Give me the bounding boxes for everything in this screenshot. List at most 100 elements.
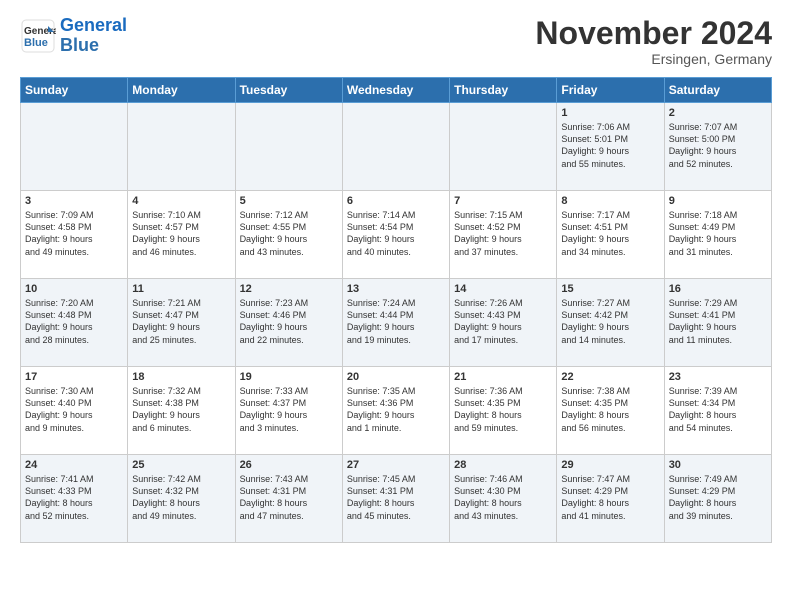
day-number: 22 [561,371,659,383]
day-info: Sunrise: 7:30 AM Sunset: 4:40 PM Dayligh… [25,385,123,434]
day-number: 28 [454,459,552,471]
day-info: Sunrise: 7:24 AM Sunset: 4:44 PM Dayligh… [347,297,445,346]
day-info: Sunrise: 7:10 AM Sunset: 4:57 PM Dayligh… [132,209,230,258]
day-info: Sunrise: 7:20 AM Sunset: 4:48 PM Dayligh… [25,297,123,346]
day-cell: 24 Sunrise: 7:41 AM Sunset: 4:33 PM Dayli… [21,455,128,543]
day-number: 19 [240,371,338,383]
day-info: Sunrise: 7:29 AM Sunset: 4:41 PM Dayligh… [669,297,767,346]
day-number: 5 [240,195,338,207]
header: General Blue General Blue November 2024 … [20,16,772,67]
day-cell: 4Sunrise: 7:10 AM Sunset: 4:57 PM Daylig… [128,191,235,279]
page: General Blue General Blue November 2024 … [0,0,792,553]
day-number: 1 [561,107,659,119]
day-number: 11 [132,283,230,295]
day-number: 27 [347,459,445,471]
week-row-4: 17 Sunrise: 7:30 AM Sunset: 4:40 PM Dayli… [21,367,772,455]
day-cell: 21Sunrise: 7:36 AM Sunset: 4:35 PM Dayli… [450,367,557,455]
day-info: Sunrise: 7:46 AM Sunset: 4:30 PM Dayligh… [454,473,552,522]
day-number: 8 [561,195,659,207]
day-cell [128,103,235,191]
day-number: 14 [454,283,552,295]
header-cell-saturday: Saturday [664,78,771,103]
day-cell: 23Sunrise: 7:39 AM Sunset: 4:34 PM Dayli… [664,367,771,455]
day-info: Sunrise: 7:35 AM Sunset: 4:36 PM Dayligh… [347,385,445,434]
week-row-2: 3Sunrise: 7:09 AM Sunset: 4:58 PM Daylig… [21,191,772,279]
week-row-3: 10 Sunrise: 7:20 AM Sunset: 4:48 PM Dayli… [21,279,772,367]
day-info: Sunrise: 7:12 AM Sunset: 4:55 PM Dayligh… [240,209,338,258]
day-cell: 27 Sunrise: 7:45 AM Sunset: 4:31 PM Dayli… [342,455,449,543]
day-info: Sunrise: 7:47 AM Sunset: 4:29 PM Dayligh… [561,473,659,522]
day-cell: 6 Sunrise: 7:14 AM Sunset: 4:54 PM Daylig… [342,191,449,279]
location: Ersingen, Germany [535,51,772,67]
day-info: Sunrise: 7:17 AM Sunset: 4:51 PM Dayligh… [561,209,659,258]
logo-icon: General Blue [20,18,56,54]
day-number: 9 [669,195,767,207]
logo: General Blue General Blue [20,16,127,56]
day-number: 18 [132,371,230,383]
day-info: Sunrise: 7:32 AM Sunset: 4:38 PM Dayligh… [132,385,230,434]
header-cell-tuesday: Tuesday [235,78,342,103]
day-number: 7 [454,195,552,207]
header-cell-wednesday: Wednesday [342,78,449,103]
day-info: Sunrise: 7:36 AM Sunset: 4:35 PM Dayligh… [454,385,552,434]
day-cell: 16Sunrise: 7:29 AM Sunset: 4:41 PM Dayli… [664,279,771,367]
day-number: 3 [25,195,123,207]
day-cell: 18 Sunrise: 7:32 AM Sunset: 4:38 PM Dayli… [128,367,235,455]
day-cell: 7 Sunrise: 7:15 AM Sunset: 4:52 PM Daylig… [450,191,557,279]
day-number: 17 [25,371,123,383]
day-info: Sunrise: 7:18 AM Sunset: 4:49 PM Dayligh… [669,209,767,258]
day-number: 12 [240,283,338,295]
logo-text: General Blue [60,16,127,56]
day-number: 20 [347,371,445,383]
day-number: 6 [347,195,445,207]
day-info: Sunrise: 7:41 AM Sunset: 4:33 PM Dayligh… [25,473,123,522]
day-info: Sunrise: 7:49 AM Sunset: 4:29 PM Dayligh… [669,473,767,522]
day-info: Sunrise: 7:14 AM Sunset: 4:54 PM Dayligh… [347,209,445,258]
day-cell [450,103,557,191]
day-info: Sunrise: 7:42 AM Sunset: 4:32 PM Dayligh… [132,473,230,522]
day-number: 10 [25,283,123,295]
day-cell: 14Sunrise: 7:26 AM Sunset: 4:43 PM Dayli… [450,279,557,367]
day-number: 25 [132,459,230,471]
logo-line2: Blue [60,35,99,55]
day-number: 24 [25,459,123,471]
day-cell: 30 Sunrise: 7:49 AM Sunset: 4:29 PM Dayli… [664,455,771,543]
day-number: 2 [669,107,767,119]
day-cell: 1Sunrise: 7:06 AM Sunset: 5:01 PM Daylig… [557,103,664,191]
day-cell: 28 Sunrise: 7:46 AM Sunset: 4:30 PM Dayli… [450,455,557,543]
day-info: Sunrise: 7:45 AM Sunset: 4:31 PM Dayligh… [347,473,445,522]
day-cell: 29Sunrise: 7:47 AM Sunset: 4:29 PM Dayli… [557,455,664,543]
day-cell [235,103,342,191]
header-cell-monday: Monday [128,78,235,103]
header-row: SundayMondayTuesdayWednesdayThursdayFrid… [21,78,772,103]
day-cell: 2 Sunrise: 7:07 AM Sunset: 5:00 PM Daylig… [664,103,771,191]
day-info: Sunrise: 7:33 AM Sunset: 4:37 PM Dayligh… [240,385,338,434]
day-cell: 3Sunrise: 7:09 AM Sunset: 4:58 PM Daylig… [21,191,128,279]
day-info: Sunrise: 7:27 AM Sunset: 4:42 PM Dayligh… [561,297,659,346]
day-number: 26 [240,459,338,471]
calendar-table: SundayMondayTuesdayWednesdayThursdayFrid… [20,77,772,543]
day-cell [21,103,128,191]
day-cell: 10 Sunrise: 7:20 AM Sunset: 4:48 PM Dayli… [21,279,128,367]
header-cell-friday: Friday [557,78,664,103]
logo-line1: General [60,15,127,35]
day-info: Sunrise: 7:21 AM Sunset: 4:47 PM Dayligh… [132,297,230,346]
day-cell: 26Sunrise: 7:43 AM Sunset: 4:31 PM Dayli… [235,455,342,543]
week-row-1: 1Sunrise: 7:06 AM Sunset: 5:01 PM Daylig… [21,103,772,191]
day-info: Sunrise: 7:15 AM Sunset: 4:52 PM Dayligh… [454,209,552,258]
day-cell: 17 Sunrise: 7:30 AM Sunset: 4:40 PM Dayli… [21,367,128,455]
day-cell: 9 Sunrise: 7:18 AM Sunset: 4:49 PM Daylig… [664,191,771,279]
day-info: Sunrise: 7:23 AM Sunset: 4:46 PM Dayligh… [240,297,338,346]
day-number: 23 [669,371,767,383]
day-cell: 11 Sunrise: 7:21 AM Sunset: 4:47 PM Dayli… [128,279,235,367]
day-cell: 13 Sunrise: 7:24 AM Sunset: 4:44 PM Dayli… [342,279,449,367]
day-cell [342,103,449,191]
header-cell-thursday: Thursday [450,78,557,103]
title-area: November 2024 Ersingen, Germany [535,16,772,67]
day-number: 13 [347,283,445,295]
day-info: Sunrise: 7:07 AM Sunset: 5:00 PM Dayligh… [669,121,767,170]
day-cell: 8 Sunrise: 7:17 AM Sunset: 4:51 PM Daylig… [557,191,664,279]
day-number: 30 [669,459,767,471]
week-row-5: 24 Sunrise: 7:41 AM Sunset: 4:33 PM Dayli… [21,455,772,543]
day-cell: 20 Sunrise: 7:35 AM Sunset: 4:36 PM Dayli… [342,367,449,455]
